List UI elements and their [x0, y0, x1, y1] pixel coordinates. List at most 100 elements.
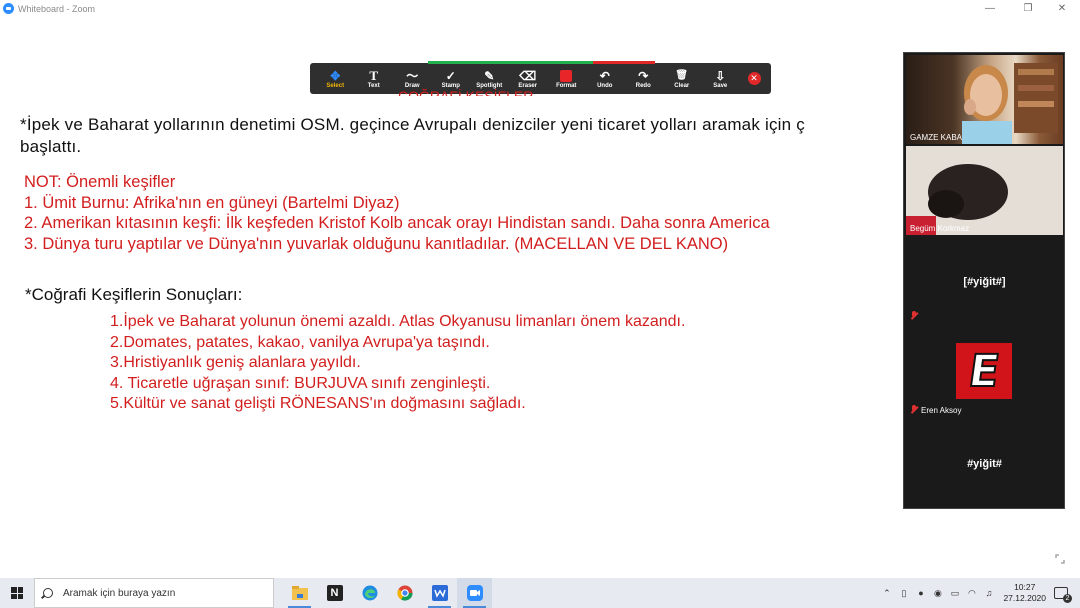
select-tool[interactable]: ✥ Select [316, 63, 355, 94]
download-icon: ⇩ [715, 68, 726, 83]
search-placeholder: Aramak için buraya yazın [63, 587, 176, 599]
webcam-video [962, 63, 1058, 144]
result-item: 4. Ticaretle uğraşan sınıf: BURJUVA sını… [110, 374, 491, 392]
whiteboard-app-icon [431, 585, 448, 601]
wand-icon: ✎ [484, 68, 495, 83]
start-button[interactable] [0, 578, 34, 608]
chevron-up-icon[interactable]: ⌃ [880, 588, 894, 599]
text-tool[interactable]: T Text [355, 63, 394, 94]
edge-icon [362, 585, 377, 601]
redo-label: Redo [635, 82, 651, 89]
result-item: 5.Kültür ve sanat gelişti RÖNESANS'ın do… [110, 395, 526, 412]
edge-button[interactable] [352, 578, 387, 608]
save-tool[interactable]: ⇩ Save [701, 63, 740, 94]
file-explorer-button[interactable] [282, 578, 317, 608]
note-item: 1. Ümit Burnu: Afrika'nın en güneyi (Bar… [24, 193, 400, 212]
system-clock[interactable]: 10:27 27.12.2020 [1003, 582, 1046, 604]
eren-avatar-logo: E [956, 343, 1012, 399]
windows-taskbar: Aramak için buraya yazın N ⌃ ▯ ● ◉ ▭ ◠ ♫… [0, 578, 1080, 608]
redo-icon: ↷ [638, 68, 649, 83]
volume-icon[interactable]: ♫ [982, 588, 996, 598]
mic-muted-icon [910, 405, 918, 414]
intro-line: *İpek ve Baharat yollarının denetimi OSM… [20, 115, 805, 134]
zoom-window: Whiteboard - Zoom — ❐ ✕ ✥ Select T Text … [0, 0, 1080, 578]
notification-count: 2 [1063, 594, 1072, 603]
video-tile-begum[interactable]: Begüm Korkmaz [906, 146, 1063, 235]
video-tile-gamze[interactable]: GAMZE KABA [906, 55, 1063, 144]
zoom-app-icon [466, 585, 483, 601]
zoom-button[interactable] [457, 578, 492, 608]
move-icon: ✥ [330, 68, 341, 83]
video-tile-yigit-1[interactable]: [#yiğit#] [906, 237, 1063, 326]
clear-tool[interactable]: 🗑 Clear [663, 63, 702, 94]
minimize-button[interactable]: — [975, 0, 1005, 17]
squiggle-icon: 〜 [406, 68, 419, 83]
color-swatch-icon [560, 69, 573, 83]
save-label: Save [713, 82, 728, 89]
notion-icon: N [326, 585, 343, 601]
expand-corner-icon[interactable] [1054, 553, 1066, 565]
toolbar-accent-red [593, 61, 655, 64]
close-toolbar-button[interactable]: ✕ [747, 72, 761, 85]
checkmark-icon: ✓ [445, 68, 456, 83]
note-item: 2. Amerikan kıtasının keşfi: İlk keşfede… [24, 214, 770, 232]
notification-center-icon[interactable]: 2 [1054, 587, 1072, 603]
results-heading: *Coğrafi Keşiflerin Sonuçları: [25, 285, 243, 304]
participant-name: GAMZE KABA [910, 133, 963, 142]
mic-muted-icon [910, 306, 921, 324]
wifi-icon[interactable]: ◠ [965, 588, 979, 599]
participant-display-name: #yiğit# [967, 458, 1002, 470]
result-item: 2.Domates, patates, kakao, vanilya Avrup… [110, 333, 490, 351]
eraser-icon: ⌫ [519, 68, 537, 83]
redo-tool[interactable]: ↷ Redo [624, 63, 663, 94]
spotlight-label: Spotlight [476, 82, 503, 89]
format-tool[interactable]: Format [547, 63, 586, 94]
note-item: 3. Dünya turu yaptılar ve Dünya'nın yuva… [24, 234, 729, 253]
select-label: Select [326, 82, 345, 89]
search-icon [43, 588, 53, 598]
result-item: 1.İpek ve Baharat yolunun önemi azaldı. … [110, 313, 686, 330]
format-label: Format [556, 82, 577, 89]
participant-name: Eren Aksoy [921, 406, 962, 415]
camera-icon[interactable]: ◉ [931, 588, 945, 599]
participants-panel: GAMZE KABA Begüm Korkmaz [#yiğit#] Eren … [903, 52, 1065, 509]
clear-label: Clear [674, 82, 690, 89]
text-label: Text [367, 82, 380, 89]
chrome-button[interactable] [387, 578, 422, 608]
zoom-icon [3, 3, 14, 14]
webcam-video [906, 146, 1063, 235]
whiteboard-title-partial: COĞRAFİ KEŞİFLER [398, 88, 534, 104]
chrome-icon [396, 585, 413, 601]
logo-letter: E [964, 345, 1003, 398]
undo-label: Undo [597, 82, 613, 89]
undo-tool[interactable]: ↶ Undo [586, 63, 625, 94]
participant-name-row: Eren Aksoy [910, 405, 961, 415]
toolbar-accent-green [428, 61, 593, 64]
participant-display-name: [#yiğit#] [963, 276, 1006, 288]
draw-label: Draw [404, 82, 420, 89]
clock-date: 27.12.2020 [1003, 593, 1046, 603]
text-icon: T [369, 67, 379, 83]
battery-icon[interactable]: ▭ [948, 588, 962, 599]
close-window-button[interactable]: ✕ [1047, 0, 1077, 17]
restore-button[interactable]: ❐ [1013, 0, 1043, 17]
whiteboard-app-button[interactable] [422, 578, 457, 608]
video-tile-yigit-2[interactable]: #yiğit# [906, 419, 1063, 508]
intro-line: başlattı. [20, 137, 82, 156]
eraser-label: Eraser [518, 82, 538, 89]
taskbar-search[interactable]: Aramak için buraya yazın [34, 578, 274, 608]
participant-name: Begüm Korkmaz [910, 224, 970, 233]
whiteboard-toolbar: ✥ Select T Text 〜 Draw ✓ Stamp ✎ Spotlig… [310, 61, 771, 94]
title-bar: Whiteboard - Zoom — ❐ ✕ [0, 0, 1080, 17]
note-heading: NOT: Önemli keşifler [24, 173, 176, 191]
folder-icon [291, 586, 308, 600]
usb-icon[interactable]: ▯ [897, 588, 911, 599]
result-item: 3.Hristiyanlık geniş alanlara yayıldı. [110, 354, 361, 371]
stamp-label: Stamp [441, 82, 460, 89]
results-list: 1.İpek ve Baharat yolunun önemi azaldı. … [110, 312, 685, 415]
system-tray: ⌃ ▯ ● ◉ ▭ ◠ ♫ 10:27 27.12.2020 2 [878, 578, 1080, 608]
window-title: Whiteboard - Zoom [18, 3, 96, 14]
microphone-icon[interactable]: ● [914, 588, 928, 598]
windows-logo-icon [11, 587, 23, 599]
notion-button[interactable]: N [317, 578, 352, 608]
